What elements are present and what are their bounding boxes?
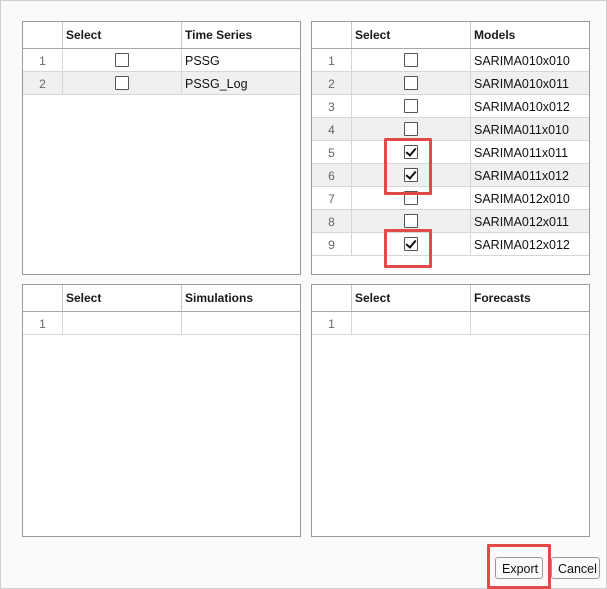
simulations-rows: 1 [23,312,300,335]
row-index: 1 [312,49,352,71]
row-index: 8 [312,210,352,232]
row-index: 4 [312,118,352,140]
checkbox-highlight [384,229,432,268]
table-header: Select Forecasts [312,285,589,312]
checkbox-unchecked[interactable] [404,214,418,228]
table-header: Select Time Series [23,22,300,49]
models-name-cell: SARIMA010x012 [474,100,570,114]
time_series-name-cell: PSSG [185,54,220,68]
checkbox-unchecked[interactable] [404,53,418,67]
table-row[interactable]: 1 SARIMA010x010 [312,49,589,72]
export-dialog: Select Time Series 1 PSSG 2 PSSG_Log Select… [0,0,607,589]
row-index: 1 [23,49,63,71]
row-index: 3 [312,95,352,117]
row-index: 7 [312,187,352,209]
time-series-rows: 1 PSSG 2 PSSG_Log [23,49,300,95]
select-cell[interactable] [352,72,471,94]
table-row[interactable]: 1 PSSG [23,49,300,72]
row-index: 1 [23,312,63,334]
table-row[interactable]: 5 SARIMA011x011 [312,141,589,164]
index-column-header [23,22,63,48]
table-row[interactable]: 7 SARIMA012x010 [312,187,589,210]
time_series-name-cell: PSSG_Log [185,77,248,91]
checkbox-unchecked[interactable] [404,76,418,90]
time-series-table: Select Time Series 1 PSSG 2 PSSG_Log [22,21,301,275]
forecasts-table: Select Forecasts 1 [311,284,590,537]
table-row[interactable]: 1 [23,312,300,335]
models-name-cell: SARIMA012x012 [474,238,570,252]
index-column-header [312,22,352,48]
table-row[interactable]: 1 [312,312,589,335]
models-name-cell: SARIMA012x011 [474,215,569,229]
checkbox-unchecked[interactable] [115,53,129,67]
models-name-cell: SARIMA010x011 [474,77,569,91]
row-index: 6 [312,164,352,186]
cancel-button[interactable]: Cancel [551,557,600,579]
row-index: 5 [312,141,352,163]
table-row[interactable]: 2 PSSG_Log [23,72,300,95]
table-row[interactable]: 3 SARIMA010x012 [312,95,589,118]
export-button[interactable]: Export [495,557,543,579]
table-header: Select Simulations [23,285,300,312]
models-name-cell: SARIMA011x010 [474,123,569,137]
time-series-column-header[interactable]: Time Series [182,22,300,48]
simulations-column-header[interactable]: Simulations [182,285,300,311]
index-column-header [23,285,63,311]
select-cell[interactable] [63,49,182,71]
models-rows: 1 SARIMA010x010 2 SARIMA010x011 3 SARIMA010x0… [312,49,589,256]
forecasts-column-header[interactable]: Forecasts [471,285,589,311]
simulations-name-cell [182,312,300,334]
checkbox-highlight [384,138,432,195]
select-column-header[interactable]: Select [352,22,471,48]
checkbox-unchecked[interactable] [404,122,418,136]
models-name-cell: SARIMA012x010 [474,192,570,206]
select-cell[interactable] [63,72,182,94]
simulations-table: Select Simulations 1 [22,284,301,537]
select-cell [63,312,182,334]
models-name-cell: SARIMA010x010 [474,54,570,68]
table-row[interactable]: 9 SARIMA012x012 [312,233,589,256]
models-table: Select Models 1 SARIMA010x010 2 SARIMA010x0… [311,21,590,275]
select-cell[interactable] [352,95,471,117]
row-index: 1 [312,312,352,334]
row-index: 9 [312,233,352,255]
select-column-header[interactable]: Select [63,285,182,311]
checkbox-unchecked[interactable] [115,76,129,90]
select-column-header[interactable]: Select [352,285,471,311]
table-header: Select Models [312,22,589,49]
models-name-cell: SARIMA011x012 [474,169,569,183]
models-name-cell: SARIMA011x011 [474,146,569,160]
row-index: 2 [312,72,352,94]
table-row[interactable]: 2 SARIMA010x011 [312,72,589,95]
checkbox-unchecked[interactable] [404,99,418,113]
select-cell[interactable] [352,49,471,71]
index-column-header [312,285,352,311]
table-row[interactable]: 8 SARIMA012x011 [312,210,589,233]
row-index: 2 [23,72,63,94]
table-row[interactable]: 4 SARIMA011x010 [312,118,589,141]
select-cell [352,312,471,334]
models-column-header[interactable]: Models [471,22,589,48]
select-cell[interactable] [352,118,471,140]
forecasts-rows: 1 [312,312,589,335]
forecasts-name-cell [471,312,589,334]
select-column-header[interactable]: Select [63,22,182,48]
table-row[interactable]: 6 SARIMA011x012 [312,164,589,187]
